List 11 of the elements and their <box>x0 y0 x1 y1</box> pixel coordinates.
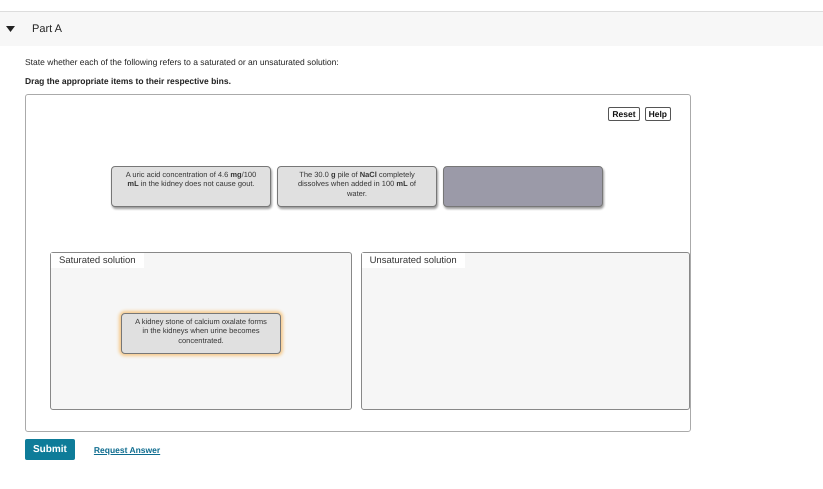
bin-label: Unsaturated solution <box>362 253 465 268</box>
part-title: Part A <box>32 23 62 35</box>
reset-button[interactable]: Reset <box>608 107 640 121</box>
directive-text: Drag the appropriate items to their respective bins. <box>25 76 232 86</box>
part-header[interactable]: Part A <box>0 11 823 46</box>
instruction-text: State whether each of the following refers to a saturated or an unsaturated solution: <box>25 57 340 67</box>
help-button[interactable]: Help <box>644 107 671 121</box>
submit-button[interactable]: Submit <box>25 439 75 460</box>
drop-bin[interactable]: Unsaturated solution <box>360 252 690 410</box>
bin-label: Saturated solution <box>51 253 144 268</box>
request-answer-link[interactable]: Request Answer <box>94 444 160 454</box>
